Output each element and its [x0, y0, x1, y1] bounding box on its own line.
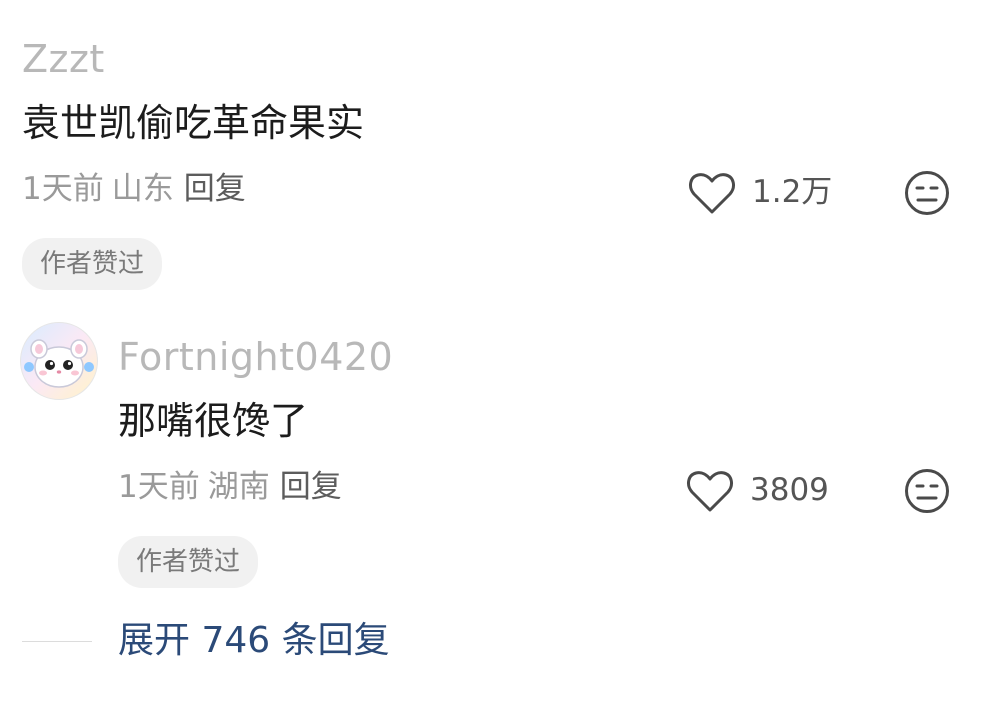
- comment-1-dislike-button[interactable]: [904, 170, 950, 216]
- avatar[interactable]: [20, 322, 98, 400]
- comment-1-region: 山东: [111, 171, 174, 207]
- expand-replies-link[interactable]: 展开 746 条回复: [118, 623, 390, 659]
- comment-1-like-button[interactable]: [688, 170, 736, 216]
- comment-1-content[interactable]: 袁世凯偷吃革命果实: [22, 104, 364, 142]
- comment-1-username[interactable]: Zzzt: [22, 40, 105, 78]
- expand-divider: [22, 641, 92, 642]
- comment-2-meta: 1天前 湖南 回复: [118, 472, 342, 503]
- comment-1-reply-button[interactable]: 回复: [184, 171, 246, 207]
- comment-2-username[interactable]: Fortnight0420: [118, 338, 393, 376]
- hamster-avatar-icon: [24, 339, 94, 388]
- heart-outline-icon: [687, 471, 733, 512]
- comment-2-reply-button[interactable]: 回复: [280, 469, 342, 505]
- comment-1-author-liked-badge: 作者赞过: [22, 238, 163, 290]
- comment-2-author-liked-badge: 作者赞过: [118, 536, 259, 588]
- comment-1-time: 1天前: [22, 171, 104, 207]
- comment-2-time: 1天前: [118, 469, 200, 505]
- comment-2-like-button[interactable]: [686, 468, 734, 514]
- comment-1-meta: 1天前 山东 回复: [22, 174, 246, 205]
- comment-2-dislike-button[interactable]: [904, 468, 950, 514]
- comment-2-like-count: 3809: [750, 472, 829, 508]
- comment-2-region: 湖南: [207, 469, 270, 505]
- comment-2-content[interactable]: 那嘴很馋了: [118, 402, 308, 440]
- neutral-face-icon: [905, 469, 949, 513]
- heart-outline-icon: [689, 173, 735, 214]
- neutral-face-icon: [905, 171, 949, 215]
- comment-1-like-count: 1.2万: [752, 174, 833, 210]
